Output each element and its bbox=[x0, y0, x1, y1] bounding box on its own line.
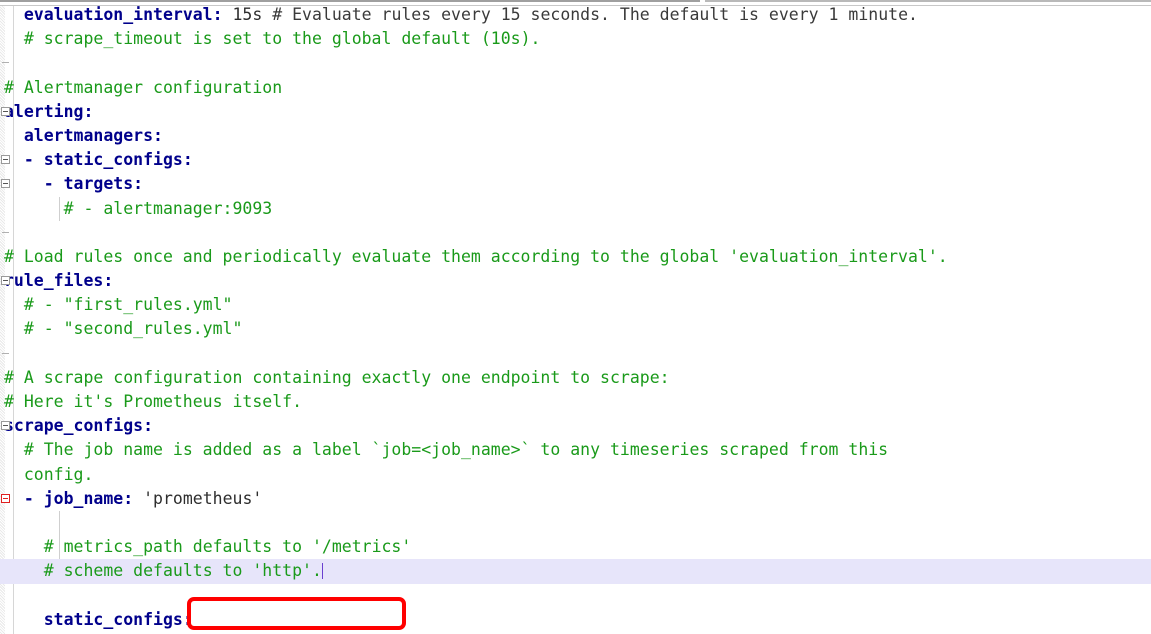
token-value: 15s bbox=[222, 5, 273, 24]
code-line[interactable]: # metrics_path defaults to '/metrics' bbox=[0, 535, 1151, 559]
token-key: scrape_configs bbox=[4, 416, 144, 436]
token-punc: : bbox=[123, 488, 134, 508]
token-comment: config. bbox=[23, 464, 94, 484]
fold-marker-blank-2[interactable] bbox=[2, 231, 9, 233]
token-punc: : bbox=[212, 5, 223, 24]
code-line[interactable]: static_configs: bbox=[0, 608, 1151, 632]
code-line[interactable] bbox=[0, 342, 1151, 366]
token-punc: : bbox=[103, 271, 114, 291]
token-comment: # The job name is added as a label `job=… bbox=[23, 440, 889, 460]
yaml-code-editor[interactable]: evaluation_interval: 15s # Evaluate rule… bbox=[0, 0, 1151, 634]
token-comment: # scheme defaults to 'http'. bbox=[43, 561, 322, 581]
code-line[interactable]: # - alertmanager:9093 bbox=[0, 197, 1151, 221]
fold-marker-blank-3[interactable] bbox=[2, 352, 9, 354]
code-line[interactable]: # Load rules once and periodically evalu… bbox=[0, 245, 1151, 269]
token-comment-dark: # Evaluate rules every 15 seconds. The d… bbox=[272, 5, 918, 24]
token-comment: # Load rules once and periodically evalu… bbox=[4, 246, 948, 266]
code-line[interactable] bbox=[0, 51, 1151, 75]
token-key: alerting bbox=[4, 101, 84, 121]
token-punc: : bbox=[182, 150, 193, 170]
code-line[interactable]: rule_files: bbox=[0, 269, 1151, 293]
token-dash: - bbox=[23, 488, 44, 508]
token-key: static_configs bbox=[43, 150, 183, 170]
fold-marker-static-configs[interactable] bbox=[1, 155, 10, 165]
code-line[interactable]: evaluation_interval: 15s # Evaluate rule… bbox=[0, 3, 1151, 27]
fold-marker-job-name[interactable] bbox=[1, 494, 10, 503]
code-line[interactable] bbox=[0, 221, 1151, 245]
code-line[interactable]: # - "first_rules.yml" bbox=[0, 293, 1151, 317]
fold-marker-targets[interactable] bbox=[1, 179, 10, 189]
code-line[interactable]: # A scrape configuration containing exac… bbox=[0, 366, 1151, 390]
token-punc: : bbox=[83, 101, 94, 121]
token-key: alertmanagers bbox=[23, 125, 154, 145]
code-line[interactable]: alertmanagers: bbox=[0, 124, 1151, 148]
code-line[interactable]: - job_name: 'prometheus' bbox=[0, 487, 1151, 511]
fold-marker-alerting[interactable] bbox=[1, 106, 10, 116]
code-line[interactable]: # - "second_rules.yml" bbox=[0, 317, 1151, 341]
token-dash: - bbox=[23, 150, 44, 170]
code-line[interactable]: # Here it's Prometheus itself. bbox=[0, 390, 1151, 414]
token-punc: : bbox=[182, 609, 193, 629]
code-line[interactable]: # The job name is added as a label `job=… bbox=[0, 438, 1151, 462]
token-comment: # scrape_timeout is set to the global de… bbox=[23, 29, 541, 49]
code-line[interactable]: # scheme defaults to 'http'. bbox=[0, 559, 1151, 584]
token-dash: - bbox=[43, 174, 64, 194]
token-key: rule_files bbox=[4, 271, 104, 291]
editor-top-edge bbox=[0, 0, 1151, 6]
token-punc: : bbox=[153, 125, 163, 145]
token-punc: : bbox=[133, 174, 144, 194]
code-content[interactable]: evaluation_interval: 15s # Evaluate rule… bbox=[0, 0, 1151, 634]
code-line[interactable]: - static_configs: bbox=[0, 148, 1151, 172]
code-line[interactable]: # Alertmanager configuration bbox=[0, 76, 1151, 100]
code-line[interactable] bbox=[0, 511, 1151, 535]
token-key: job_name bbox=[43, 488, 124, 508]
fold-marker-blank-1[interactable] bbox=[2, 62, 9, 64]
text-cursor bbox=[321, 563, 323, 580]
code-line[interactable]: scrape_configs: bbox=[0, 414, 1151, 438]
token-comment: # Here it's Prometheus itself. bbox=[4, 392, 303, 411]
token-comment: # - alertmanager:9093 bbox=[63, 198, 273, 218]
token-comment: # Alertmanager configuration bbox=[4, 77, 283, 97]
token-comment: # metrics_path defaults to '/metrics' bbox=[43, 537, 412, 557]
token-key: static_configs bbox=[43, 609, 183, 629]
code-line[interactable] bbox=[0, 584, 1151, 608]
top-divider-left bbox=[0, 0, 700, 2]
token-key: evaluation_interval bbox=[23, 5, 213, 24]
token-comment: # A scrape configuration containing exac… bbox=[4, 367, 670, 387]
code-line[interactable]: - targets: bbox=[0, 172, 1151, 196]
token-comment: # - "second_rules.yml" bbox=[23, 319, 243, 339]
code-line[interactable]: alerting: bbox=[0, 100, 1151, 124]
code-line[interactable]: config. bbox=[0, 463, 1151, 487]
code-line[interactable]: # scrape_timeout is set to the global de… bbox=[0, 27, 1151, 51]
token-key: targets bbox=[63, 174, 134, 194]
fold-marker-scrape-configs[interactable] bbox=[1, 421, 10, 431]
token-comment: # - "first_rules.yml" bbox=[23, 295, 233, 315]
fold-marker-rule-files[interactable] bbox=[1, 276, 10, 286]
top-divider-right bbox=[705, 0, 1151, 2]
token-punc: : bbox=[143, 416, 154, 436]
token-value: 'prometheus' bbox=[133, 488, 263, 508]
